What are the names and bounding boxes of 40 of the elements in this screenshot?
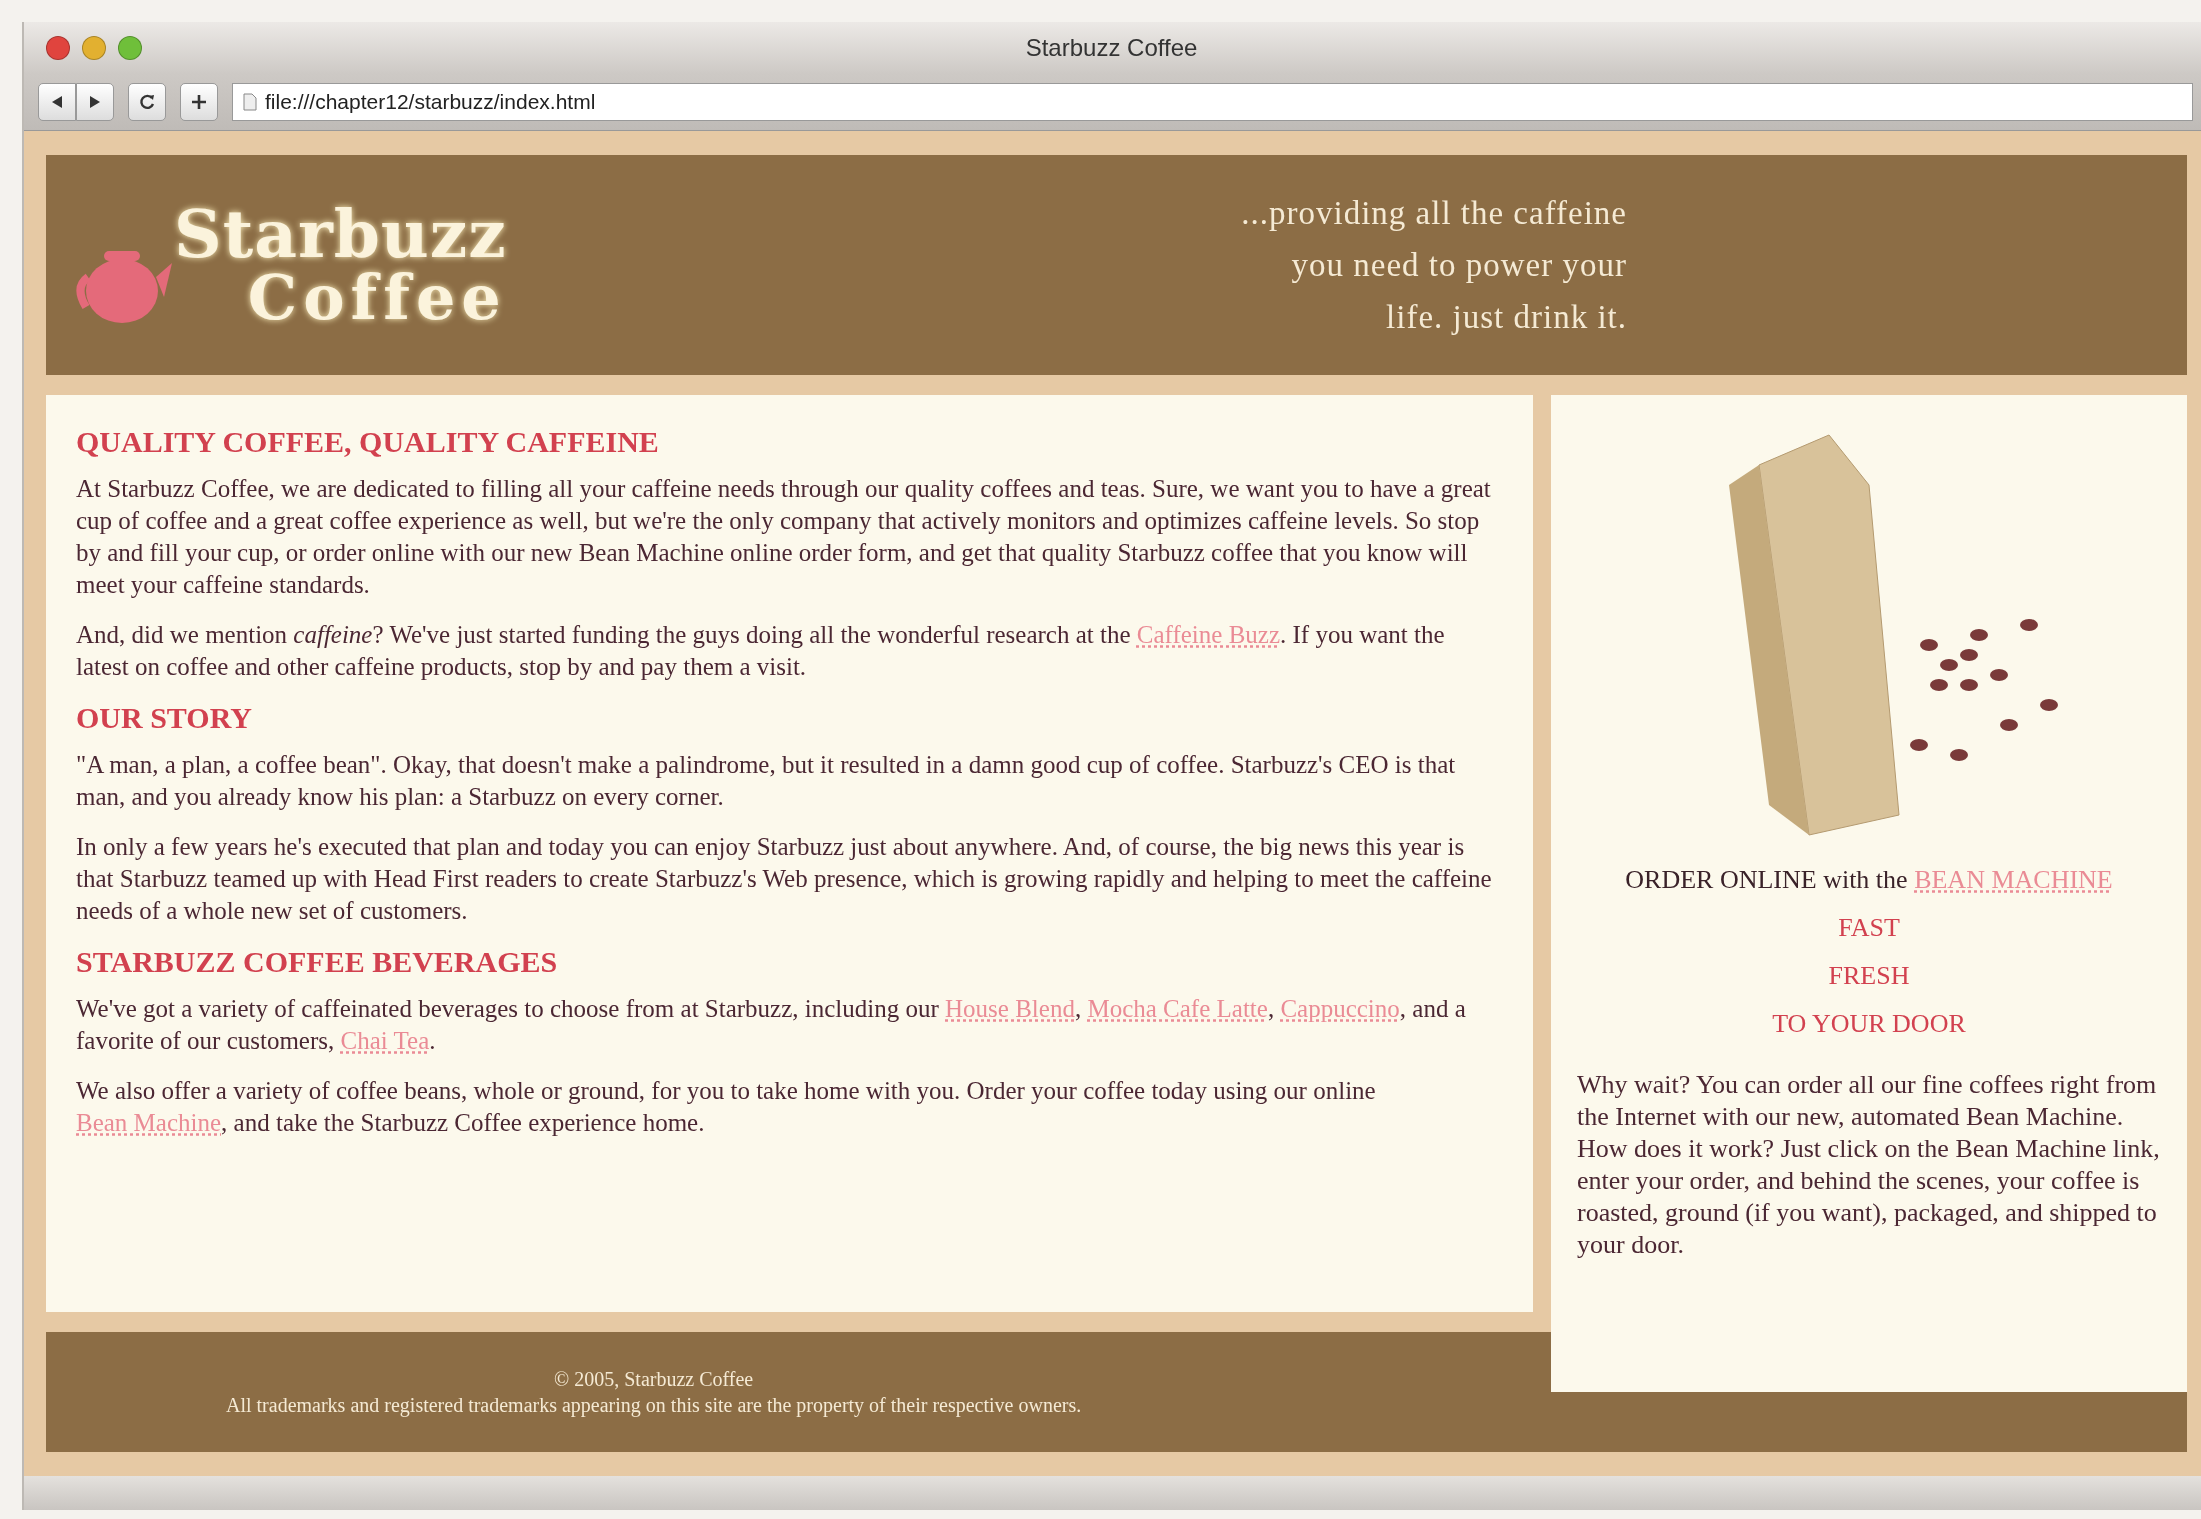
- reload-button[interactable]: [128, 83, 166, 121]
- logo-text: Starbuzz: [174, 201, 507, 267]
- text-link[interactable]: Mocha Cafe Latte: [1087, 995, 1268, 1022]
- reload-icon: [138, 93, 156, 111]
- text-link[interactable]: Caffeine Buzz: [1136, 621, 1281, 648]
- tagline: ...providing all the caffeine you need to power your life. just drink it.: [1241, 194, 1627, 337]
- paragraph: We also offer a variety of coffee beans, whole or ground, for you to take home with you. Order your coffee today using our online Bean Machine, and take the Starbuzz Coffee experience home.: [76, 1076, 1377, 1138]
- page-icon: [243, 93, 257, 111]
- plus-icon: [190, 93, 208, 111]
- text-link[interactable]: Cappuccino: [1280, 995, 1400, 1022]
- minimize-icon[interactable]: [82, 36, 106, 60]
- slogan: FRESH: [1828, 961, 1910, 991]
- slogan: TO YOUR DOOR: [1772, 1009, 1966, 1039]
- paragraph: In only a few years he's executed that plan and today you can enjoy Starbuzz just about anywhere. And, of course, the big news this year is that Starbuzz teamed up with Head First readers to create Starbuzz's Web presence, which is growing rapidly and helping to meet the caffeine needs of a whole new set of customers.: [76, 832, 1493, 926]
- address-field[interactable]: file:///chapter12/starbuzz/index.html: [232, 83, 2193, 121]
- paragraph: We've got a variety of caffeinated beverages to choose from at Starbuzz, including our House Blend, Mocha Cafe Latte, Cappuccino, and a favorite of our customers, Chai Tea.: [76, 994, 1467, 1056]
- logo-text: Coffee: [247, 267, 507, 329]
- window-title: Starbuzz Coffee: [1024, 34, 1199, 62]
- close-icon[interactable]: [46, 36, 70, 60]
- text-link[interactable]: BEAN MACHINE: [1914, 865, 2113, 894]
- footer-text: All trademarks and registered trademarks appearing on this site are the property of their respective owners.: [226, 1393, 1082, 1418]
- paragraph: And, did we mention caffeine? We've just started funding the guys doing all the wonderful research at the Caffeine Buzz. If you want the latest on coffee and other caffeine products, stop by and pay them a visit.: [76, 620, 1446, 682]
- text-link[interactable]: Chai Tea: [340, 1027, 430, 1054]
- slogan: FAST: [1838, 913, 1900, 943]
- paragraph: Why wait? You can order all our fine coffees right from the Internet with our new, automated Bean Machine. How does it work? Just click on the Bean Machine link, enter your order, and behind the scenes, your coffee is roasted, ground (if you want), packaged, and shipped to your door.: [1577, 1069, 2161, 1261]
- right-triangle-icon: [88, 95, 102, 109]
- add-button[interactable]: [180, 83, 218, 121]
- paragraph: "A man, a plan, a coffee bean". Okay, that doesn't make a palindrome, but it resulted in a damn good cup of coffee. Starbuzz's CEO is that man, and you already know his plan: a Starbuzz on every corner.: [76, 750, 1457, 812]
- section-heading: QUALITY COFFEE, QUALITY CAFFEINE: [76, 425, 660, 459]
- footer-text: © 2005, Starbuzz Coffee: [554, 1367, 754, 1392]
- section-heading: OUR STORY: [76, 701, 253, 735]
- order-line: ORDER ONLINE with the BEAN MACHINE: [1625, 865, 2113, 895]
- back-button[interactable]: [38, 83, 76, 121]
- forward-button[interactable]: [76, 83, 114, 121]
- left-triangle-icon: [50, 95, 64, 109]
- text-link[interactable]: House Blend: [945, 995, 1075, 1022]
- text-link[interactable]: Bean Machine: [76, 1109, 222, 1136]
- zoom-icon[interactable]: [118, 36, 142, 60]
- section-heading: STARBUZZ COFFEE BEVERAGES: [76, 945, 559, 979]
- paragraph: At Starbuzz Coffee, we are dedicated to filling all your caffeine needs through our quality coffees and teas. Sure, we want you to have a great cup of coffee and a great coffee experience as well, but we're the only company that actively monitors and optimizes caffeine levels. So stop by and fill your cup, or order online with our new Bean Machine online order form, and get that quality Starbuzz coffee that you know will meet your caffeine standards.: [76, 474, 1492, 600]
